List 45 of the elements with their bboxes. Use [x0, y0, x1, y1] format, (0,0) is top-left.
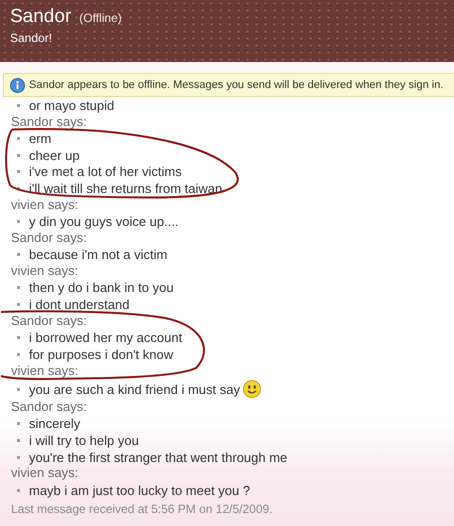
bullet-icon: [17, 186, 20, 190]
sender-label: vivien says:: [11, 362, 78, 380]
message-text: because i'm not a victim: [29, 247, 168, 262]
bullet-icon: [17, 388, 20, 391]
bullet-icon: [17, 286, 20, 290]
sender-label: vivien says:: [11, 465, 78, 482]
message-text: mayb i am just too lucky to meet you ?: [29, 482, 250, 498]
message-text: i borrowed her my account: [29, 330, 182, 346]
message-text: you are such a kind friend i must say: [29, 382, 240, 397]
bullet-icon: [17, 439, 20, 442]
info-message: Sandor appears to be offline. Messages you send will be delivered when they sign in.: [29, 79, 444, 91]
bullet-icon: [17, 456, 20, 459]
message-text: i've met a lot of her victims: [29, 164, 182, 180]
message-text: you're the first stranger that went through me: [29, 450, 288, 465]
message-text: or mayo stupid: [29, 98, 114, 113]
bullet-icon: [17, 136, 20, 140]
bullet-icon: [17, 170, 20, 174]
personal-message: Sandor!: [10, 31, 52, 45]
bullet-icon: [17, 104, 20, 107]
message-text: then y do i bank in to you: [29, 280, 174, 296]
message-text: i dont understand: [29, 296, 130, 312]
sender-label: Sandor says:: [11, 312, 87, 330]
bullet-icon: [17, 336, 20, 340]
bullet-icon: [17, 220, 20, 223]
bullet-icon: [17, 302, 20, 306]
message-text: i will try to help you: [29, 433, 139, 448]
contact-status: (Offline): [79, 11, 122, 25]
sender-label: vivien says:: [11, 196, 78, 214]
message-text: sincerely: [29, 416, 80, 432]
bullet-icon: [17, 352, 20, 356]
message-text: for purposes i don't know: [29, 346, 174, 362]
message-text: erm: [29, 130, 52, 146]
last-message-status: Last message received at 5:56 PM on 12/5/2009.: [11, 502, 272, 516]
bullet-icon: [17, 422, 20, 426]
sender-label: Sandor says:: [11, 399, 87, 416]
info-icon: [10, 78, 25, 92]
sender-label: Sandor says:: [11, 114, 87, 130]
sender-label: vivien says:: [11, 262, 78, 280]
sender-label: Sandor says:: [11, 230, 87, 246]
bullet-icon: [17, 253, 20, 256]
bullet-icon: [17, 488, 20, 492]
bullet-icon: [17, 154, 20, 157]
message-text: cheer up: [29, 148, 80, 163]
message-text: y din you guys voice up....: [29, 214, 179, 229]
contact-name: Sandor: [10, 6, 72, 28]
